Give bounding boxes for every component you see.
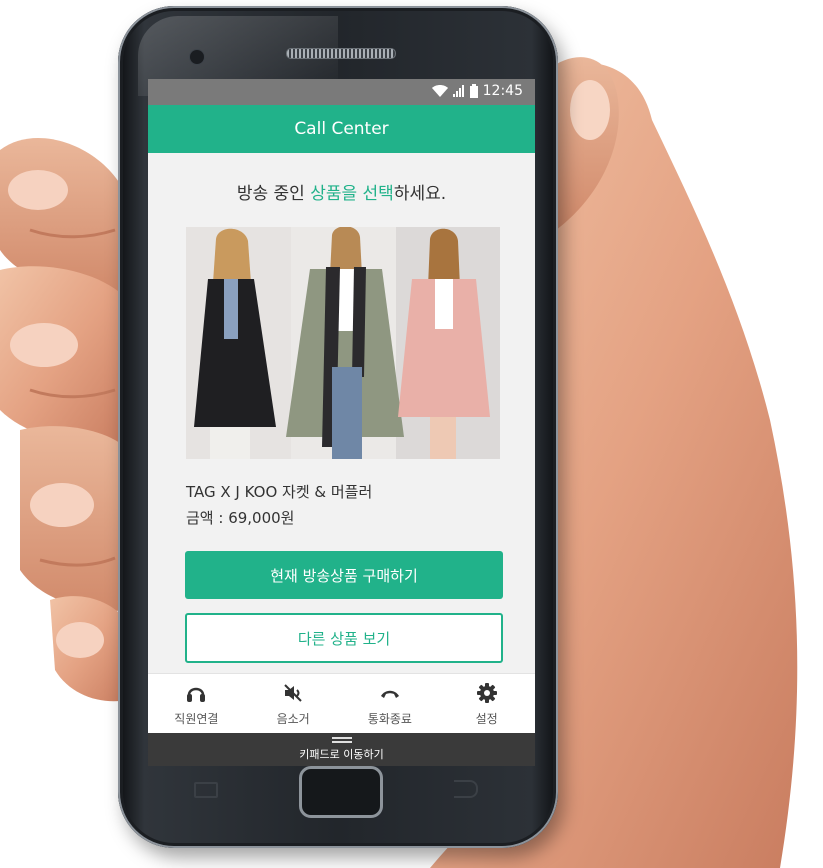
status-icons: 12:45: [431, 83, 523, 99]
other-button-label: 다른 상품 보기: [297, 629, 391, 648]
headline: 방송 중인 상품을 선택하세요.: [148, 179, 535, 204]
buy-current-product-button[interactable]: 현재 방송상품 구매하기: [185, 551, 503, 599]
keypad-bar-label: 키패드로 이동하기: [299, 748, 384, 761]
product-photo-illustration: [186, 227, 500, 459]
product-image[interactable]: [186, 227, 500, 459]
product-info: TAG X J KOO 자켓 & 머플러 금액 : 69,000원: [186, 479, 372, 531]
headline-before: 방송 중인: [236, 184, 311, 204]
buy-button-label: 현재 방송상품 구매하기: [270, 566, 418, 585]
hardware-back-icon[interactable]: [454, 780, 478, 798]
app-title: Call Center: [294, 119, 389, 139]
nav-label: 직원연결: [174, 712, 219, 726]
view-other-products-button[interactable]: 다른 상품 보기: [185, 613, 503, 663]
nav-label: 음소거: [276, 712, 310, 726]
gear-icon: [476, 683, 497, 703]
hardware-menu-icon[interactable]: [194, 782, 218, 798]
go-to-keypad-bar[interactable]: 키패드로 이동하기: [148, 733, 535, 766]
home-button[interactable]: [299, 766, 383, 818]
nav-label: 설정: [475, 712, 498, 726]
earpiece-speaker: [286, 48, 396, 59]
nav-item-settings[interactable]: 설정: [438, 674, 535, 734]
nav-label: 통화종료: [367, 712, 412, 726]
headline-accent: 상품을 선택: [310, 184, 394, 204]
product-name: TAG X J KOO 자켓 & 머플러: [186, 483, 373, 501]
nav-item-staff-connect[interactable]: 직원연결: [148, 674, 245, 734]
drag-handle-icon: [331, 737, 352, 743]
headset-icon: [187, 687, 206, 702]
battery-icon: [469, 84, 478, 98]
front-camera: [190, 50, 204, 64]
mute-icon: [284, 684, 302, 702]
bottom-nav: 직원연결 음소거 통화종료 설정: [148, 673, 535, 734]
hang-up-icon: [380, 690, 399, 698]
headline-after: 하세요.: [393, 184, 447, 204]
signal-icon: [452, 85, 464, 97]
nav-item-mute[interactable]: 음소거: [245, 674, 342, 734]
nav-item-end-call[interactable]: 통화종료: [342, 674, 439, 734]
phone-screen: 12:45 Call Center 방송 중인 상품을 선택하세요. TAG X…: [148, 79, 535, 766]
app-title-bar: Call Center: [148, 105, 535, 153]
product-price: 금액 : 69,000원: [186, 509, 295, 527]
status-time: 12:45: [482, 83, 523, 99]
status-bar: 12:45: [148, 79, 535, 105]
wifi-icon: [431, 85, 448, 97]
